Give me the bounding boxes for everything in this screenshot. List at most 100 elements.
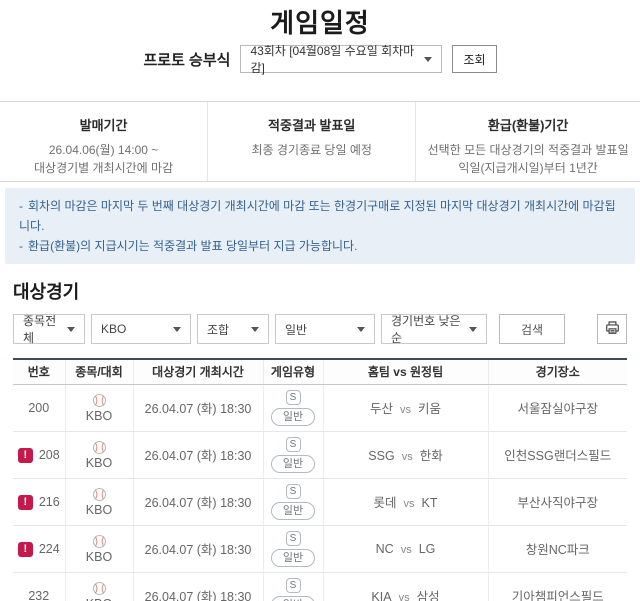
chevron-down-icon — [67, 326, 75, 332]
round-select[interactable]: 43회차 [04월08일 수요일 회차마감] — [240, 44, 443, 75]
league-label: KBO — [85, 455, 113, 470]
search-button[interactable]: 검색 — [499, 314, 565, 344]
sport-cell: KBO — [64, 572, 133, 601]
league-label: KBO — [86, 597, 112, 601]
game-type-cell: S 일반 — [262, 478, 323, 526]
info-panel: 발매기간 26.04.06(월) 14:00 ~ 대상경기별 개최시간에 마감 … — [0, 101, 640, 182]
info-col-refund-period: 환급(환불)기간 선택한 모든 대상경기의 적중결과 발표일 익일(지급개시일)… — [415, 102, 640, 181]
header-match: 홈팀 vs 원정팀 — [322, 359, 488, 385]
note-text: 회차의 마감은 마지막 두 번째 대상경기 개최시간에 마감 또는 한경기구매로… — [19, 199, 616, 233]
filter-sort-select[interactable]: 경기번호 낮은순 — [381, 314, 487, 345]
match-cell: 두산 vs 키움 — [322, 384, 488, 432]
game-type-cell: S 일반 — [262, 431, 323, 479]
game-type-pill: 일반 — [271, 548, 315, 567]
chevron-down-icon — [251, 326, 259, 332]
game-time: 26.04.07 (화) 18:30 — [132, 478, 263, 526]
game-type-s-badge: S — [285, 483, 301, 499]
note-line: - 환급(환불)의 지급시기는 적중결과 발표 당일부터 지급 가능합니다. — [19, 236, 621, 256]
sport-cell: KBO — [64, 525, 133, 573]
filter-combo-value: 조합 — [207, 322, 230, 337]
note-line: - 회차의 마감은 마지막 두 번째 대상경기 개최시간에 마감 또는 한경기구매… — [19, 196, 621, 236]
game-type-pill: 일반 — [271, 595, 315, 601]
home-team: NC — [375, 541, 394, 556]
chevron-down-icon — [469, 326, 477, 332]
info-line: 최종 경기종료 당일 예정 — [251, 143, 372, 157]
filter-combo-select[interactable]: 조합 — [197, 314, 269, 344]
sport-cell: KBO — [64, 384, 133, 432]
filter-sort-value: 경기번호 낮은순 — [391, 314, 461, 345]
league-label: KBO — [85, 549, 113, 564]
table-row: 232 KBO 26.04.07 (화) 18:30 S 일반 KIAvs삼성 … — [13, 572, 627, 601]
header-type: 게임유형 — [262, 359, 323, 385]
vs-label: vs — [401, 451, 413, 463]
chevron-down-icon — [357, 326, 365, 332]
venue: 인천SSG랜더스필드 — [487, 431, 627, 479]
chevron-down-icon — [173, 326, 181, 332]
header-time: 대상경기 개최시간 — [132, 359, 263, 385]
away-team: LG — [418, 541, 436, 556]
home-team: 두산 — [369, 402, 393, 416]
info-title: 발매기간 — [79, 118, 128, 133]
venue: 부산사직야구장 — [487, 478, 627, 526]
note-bullet: - — [19, 199, 23, 213]
baseball-icon — [92, 393, 106, 407]
table-row: 200 KBO 26.04.07 (화) 18:30 S 일반 두산 vs 키움 서… — [13, 384, 627, 432]
vs-label: vs — [403, 498, 415, 510]
game-number: 216 — [38, 495, 60, 509]
baseball-icon — [92, 487, 106, 501]
filter-game-type-value: 일반 — [285, 322, 308, 337]
match-cell: KIA vs 삼성 — [322, 572, 488, 601]
vs-label: vs — [398, 592, 410, 601]
game-type-pill: 일반 — [271, 454, 315, 473]
filter-sport-value: 종목전체 — [23, 314, 57, 345]
print-button[interactable] — [597, 314, 627, 344]
match-cell: NC vs LG — [322, 525, 488, 573]
home-team: 롯데 — [373, 496, 397, 510]
game-number: 200 — [28, 400, 50, 415]
round-select-value: 43회차 [04월08일 수요일 회차마감] — [250, 44, 415, 75]
away-team: 삼성 — [416, 590, 440, 601]
chevron-down-icon — [424, 56, 433, 62]
game-type-s-badge: S — [285, 389, 301, 405]
printer-icon — [604, 319, 621, 339]
table-row: ! 208 KBO 26.04.07 (화) 18:30 S 일반 SSG vs 한화… — [13, 431, 627, 479]
game-type-cell: S 일반 — [262, 525, 323, 573]
filter-league-select[interactable]: KBO — [91, 314, 191, 344]
filter-game-type-select[interactable]: 일반 — [275, 314, 375, 344]
venue: 서울잠실야구장 — [487, 384, 627, 432]
note-text: 환급(환불)의 지급시기는 적중결과 발표 당일부터 지급 가능합니다. — [28, 239, 358, 253]
page-title: 게임일정 — [270, 8, 370, 38]
game-type-pill: 일반 — [271, 407, 315, 426]
game-time: 26.04.07 (화) 18:30 — [132, 431, 263, 479]
game-schedule-page: 게임일정 프로토 승부식 43회차 [04월08일 수요일 회차마감] 조회 발… — [0, 0, 640, 601]
info-line: 대상경기별 개최시간에 마감 — [33, 161, 174, 175]
sport-cell: KBO — [64, 431, 133, 479]
filter-row: 종목전체 KBO 조합 일반 경기번호 낮은순 검색 — [13, 314, 627, 345]
alert-icon: ! — [17, 447, 33, 463]
game-type-cell: S 일반 — [262, 384, 323, 432]
baseball-icon — [92, 581, 106, 595]
game-number: 232 — [28, 588, 50, 601]
info-col-result-date: 적중결과 발표일 최종 경기종료 당일 예정 — [207, 102, 415, 181]
note-bullet: - — [19, 239, 23, 253]
round-selector-row: 프로토 승부식 43회차 [04월08일 수요일 회차마감] 조회 — [0, 44, 640, 75]
inquiry-button[interactable]: 조회 — [452, 45, 497, 73]
info-title: 환급(환불)기간 — [487, 118, 569, 133]
alert-icon: ! — [17, 494, 33, 510]
table-header-row: 번호 종목/대회 대상경기 개최시간 게임유형 홈팀 vs 원정팀 경기장소 — [13, 359, 627, 385]
target-games-title: 대상경기 — [13, 282, 80, 302]
vs-label: vs — [400, 404, 411, 416]
alert-icon: ! — [17, 541, 33, 557]
game-type-s-badge: S — [285, 436, 301, 452]
sport-cell: KBO — [64, 478, 133, 526]
notes-box: - 회차의 마감은 마지막 두 번째 대상경기 개최시간에 마감 또는 한경기구매… — [5, 188, 635, 264]
game-number: 224 — [38, 542, 60, 556]
info-line: 익일(지급개시일)부터 1년간 — [458, 161, 598, 175]
table-row: ! 216 KBO 26.04.07 (화) 18:30 S 일반 롯데 vs KT … — [13, 478, 627, 526]
header-sport: 종목/대회 — [64, 359, 133, 385]
filter-sport-select[interactable]: 종목전체 — [13, 314, 85, 345]
baseball-icon — [92, 440, 106, 454]
venue: 기아챔피언스필드 — [487, 572, 627, 601]
games-table: 번호 종목/대회 대상경기 개최시간 게임유형 홈팀 vs 원정팀 경기장소 2… — [13, 358, 627, 601]
info-title: 적중결과 발표일 — [268, 118, 356, 133]
